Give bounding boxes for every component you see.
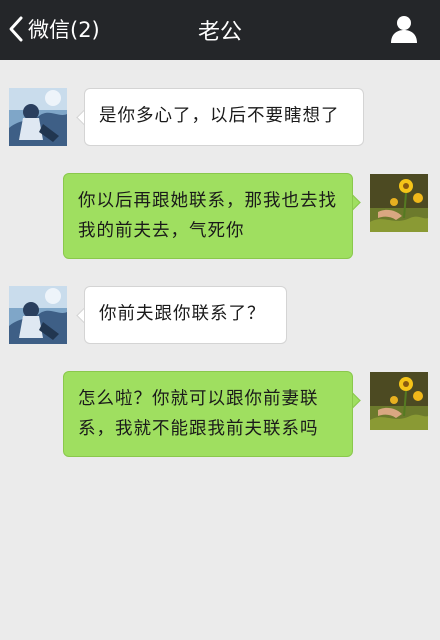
chevron-left-icon (6, 14, 26, 44)
message-row: 你以后再跟她联系，那我也去找我的前夫去，气死你 (0, 173, 440, 263)
my-avatar[interactable] (370, 372, 428, 430)
contact-avatar[interactable] (9, 88, 67, 146)
person-icon (388, 16, 420, 49)
chat-title: 老公 (197, 20, 242, 45)
profile-button[interactable] (388, 13, 420, 45)
message-bubble-incoming[interactable]: 你前夫跟你联系了？ (84, 286, 287, 344)
back-button[interactable]: 微信(2) (6, 12, 100, 46)
back-label: 微信(2) (28, 18, 100, 42)
message-bubble-incoming[interactable]: 是你多心了，以后不要瞎想了 (84, 88, 364, 146)
message-bubble-outgoing[interactable]: 怎么啦？你就可以跟你前妻联系，我就不能跟我前夫联系吗 (63, 371, 353, 457)
navigation-bar: 微信(2) 老公 (0, 0, 440, 60)
message-row: 是你多心了，以后不要瞎想了 (0, 88, 440, 148)
my-avatar[interactable] (370, 174, 428, 232)
message-row: 你前夫跟你联系了？ (0, 286, 440, 346)
contact-avatar[interactable] (9, 286, 67, 344)
message-bubble-outgoing[interactable]: 你以后再跟她联系，那我也去找我的前夫去，气死你 (63, 173, 353, 259)
message-row: 怎么啦？你就可以跟你前妻联系，我就不能跟我前夫联系吗 (0, 371, 440, 461)
